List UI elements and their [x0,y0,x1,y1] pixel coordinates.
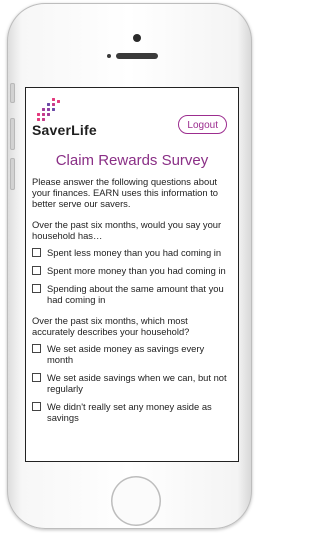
logo-dot [47,113,50,116]
question-1-option-1[interactable]: Spent less money than you had coming in [32,247,232,258]
app-screen: SaverLife Logout Claim Rewards Survey Pl… [25,87,239,462]
logo-dot [37,118,40,121]
question-1-option-3[interactable]: Spending about the same amount that you … [32,283,232,305]
mute-switch [10,83,15,103]
question-2-option-3[interactable]: We didn't really set any money aside as … [32,401,232,423]
option-label: Spent less money than you had coming in [47,247,222,258]
page-title: Claim Rewards Survey [55,152,209,169]
logo-dot [42,108,45,111]
question-1-option-2[interactable]: Spent more money than you had coming in [32,265,232,276]
logo-dot [37,113,40,116]
option-label: Spent more money than you had coming in [47,265,226,276]
checkbox[interactable] [32,266,41,275]
volume-up-button [10,118,15,150]
checkbox[interactable] [32,373,41,382]
checkbox[interactable] [32,248,41,257]
logo-dot [47,103,50,106]
intro-text: Please answer the following questions ab… [32,176,219,209]
option-label: We set aside savings when we can, but no… [47,372,227,394]
home-button[interactable] [111,476,161,526]
logo-dot [52,108,55,111]
checkbox[interactable] [32,284,41,293]
logo-dot [52,98,55,101]
question-2-text: Over the past six months, which most acc… [32,315,190,337]
option-label: We set aside money as savings every mont… [47,343,205,365]
checkbox[interactable] [32,402,41,411]
volume-down-button [10,158,15,190]
checkbox[interactable] [32,344,41,353]
logo-dot [57,100,60,103]
logo-dot [52,103,55,106]
brand-name: SaverLife [32,122,97,138]
option-label: Spending about the same amount that you … [47,283,224,305]
saverlife-logo: SaverLife [32,96,97,138]
question-2-option-2[interactable]: We set aside savings when we can, but no… [32,372,232,394]
logo-dot [42,113,45,116]
option-label: We didn't really set any money aside as … [47,401,212,423]
front-camera [133,34,141,42]
logout-button[interactable]: Logout [178,115,227,134]
proximity-sensor [107,54,111,58]
earpiece-speaker [116,53,158,59]
logo-dot [42,118,45,121]
logo-dot [47,108,50,111]
question-1-text: Over the past six months, would you say … [32,219,222,241]
question-2-option-1[interactable]: We set aside money as savings every mont… [32,343,232,365]
survey-content: Please answer the following questions ab… [32,176,232,430]
